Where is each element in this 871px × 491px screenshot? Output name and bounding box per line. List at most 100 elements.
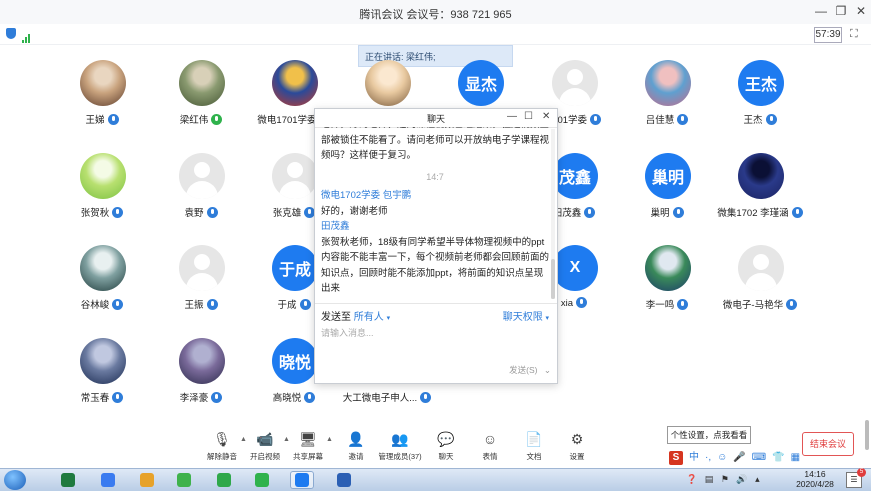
ime-button[interactable]: 👕: [772, 452, 784, 463]
taskbar-app-player[interactable]: [172, 471, 196, 489]
taskbar-app-feishu[interactable]: [96, 471, 120, 489]
ime-button[interactable]: S: [669, 451, 683, 465]
chevron-down-icon[interactable]: ⌄: [544, 365, 551, 375]
participant-tile[interactable]: 李一鸣: [617, 245, 717, 325]
toolbar-button-label: 共享屏幕: [293, 452, 323, 461]
participant-tile[interactable]: 张贺秋: [52, 153, 152, 233]
participant-name: 微集1702 李瑾涵: [710, 205, 810, 219]
send-to-selector[interactable]: 发送至 所有人 ▾: [321, 308, 390, 323]
chat-scrollbar-thumb[interactable]: [551, 259, 555, 299]
participant-tile[interactable]: 梁红伟: [151, 60, 251, 140]
participant-tile[interactable]: 常玉春: [52, 338, 152, 418]
help-icon[interactable]: ❓: [686, 474, 697, 484]
mic-status-icon: [677, 299, 689, 310]
notification-badge: 5: [857, 468, 866, 477]
toolbar-button-chat[interactable]: 💬 聊天: [424, 430, 468, 462]
taskbar-app-refresh[interactable]: [212, 471, 236, 489]
toolbar-button-video-off[interactable]: 📹 开启视频: [243, 430, 287, 462]
mic-muted-icon: 🎙: [213, 431, 231, 447]
participant-tile[interactable]: 王娣: [52, 60, 152, 140]
participant-name: 李泽豪: [151, 390, 251, 404]
send-to-label: 发送至: [321, 312, 351, 323]
participant-name-text: 吕佳慧: [645, 115, 675, 126]
chat-minimize-icon[interactable]: —: [507, 111, 517, 122]
participant-tile[interactable]: 谷林峻: [52, 245, 152, 325]
avatar: [80, 245, 126, 291]
participant-tile[interactable]: 吕佳慧: [617, 60, 717, 140]
notification-icon[interactable]: ☰ 5: [846, 468, 866, 488]
toolbar-button-emoji[interactable]: ☺ 表情: [468, 430, 512, 462]
participant-name-text: 张贺秋: [80, 208, 110, 219]
chat-close-icon[interactable]: ✕: [542, 111, 550, 122]
participant-name-text: 王杰: [743, 115, 763, 126]
ime-button[interactable]: ▦: [791, 452, 800, 463]
ime-button[interactable]: ·,: [705, 452, 711, 463]
chat-input-area: 发送至 所有人 ▾ 聊天权限 ▾ 请输入消息... 发送(S) ⌄: [315, 303, 557, 384]
chat-permission-label: 聊天权限: [502, 312, 543, 323]
participant-tile[interactable]: 巢明 巢明: [617, 153, 717, 233]
files-icon: [140, 473, 154, 487]
security-icon[interactable]: ⚑: [721, 474, 729, 484]
participant-tile[interactable]: 微电子-马艳华: [710, 245, 810, 325]
end-meeting-button[interactable]: 结束会议: [802, 432, 854, 456]
avatar: [80, 338, 126, 384]
ime-button[interactable]: 🎤: [733, 452, 745, 463]
participant-tile[interactable]: 王振: [151, 245, 251, 325]
avatar: [272, 60, 318, 106]
network-icon[interactable]: ▤: [705, 474, 714, 484]
taskbar-app-excel[interactable]: [56, 471, 80, 489]
participant-name-text: 梁红伟: [179, 115, 209, 126]
mic-status-icon: [304, 392, 316, 403]
toolbar-button-share-screen[interactable]: 🖥 共享屏幕: [286, 430, 330, 462]
fullscreen-icon[interactable]: ⛶: [850, 28, 858, 41]
default-avatar-icon: [552, 60, 598, 106]
shield-icon[interactable]: [6, 28, 16, 39]
send-button[interactable]: 发送(S) ⌄: [509, 364, 551, 376]
close-icon[interactable]: ✕: [852, 4, 870, 18]
chat-input[interactable]: 请输入消息...: [321, 326, 374, 339]
clock[interactable]: 14:16 2020/4/28: [790, 469, 840, 489]
toolbar-button-members[interactable]: 👥 管理成员(37): [378, 430, 422, 462]
message-text: 好的，谢谢老师: [321, 205, 388, 217]
taskbar-app-wechat[interactable]: [250, 471, 274, 489]
avatar: 于成: [272, 245, 318, 291]
participant-tile[interactable]: 王杰 王杰: [710, 60, 810, 140]
toolbar-button-invite[interactable]: 👤 邀请: [334, 430, 378, 462]
avatar: 王杰: [738, 60, 784, 106]
mic-status-icon: [576, 297, 588, 308]
taskbar-app-tencent-meeting[interactable]: [290, 471, 314, 489]
avatar: 显杰: [458, 60, 504, 106]
minimize-icon[interactable]: —: [812, 4, 830, 18]
toolbar-button-mic-muted[interactable]: 🎙 解除静音: [200, 430, 244, 462]
chat-permission-button[interactable]: 聊天权限 ▾: [503, 308, 549, 323]
video-off-icon: 📹: [256, 431, 274, 447]
chat-messages[interactable]: 老师，好的老师，这门课程视频已经结束，但是视频全部被锁住不能看了。请问老师可以开…: [321, 127, 549, 301]
avatar: X: [552, 245, 598, 291]
signal-icon[interactable]: [22, 29, 31, 43]
chevron-up-icon[interactable]: ▲: [326, 436, 333, 443]
restore-icon[interactable]: ❐: [832, 4, 850, 18]
toolbar-button-settings[interactable]: ⚙ 设置: [555, 430, 599, 462]
ime-button[interactable]: ☺: [717, 452, 727, 463]
mic-status-icon: [211, 114, 223, 125]
tooltip: 个性设置，点我看看: [667, 426, 751, 444]
page-scrollbar[interactable]: [865, 420, 869, 450]
avatar: [179, 338, 225, 384]
participant-name-text: 微电1701学委: [257, 115, 317, 126]
tray-arrow-icon[interactable]: ▴: [755, 474, 760, 484]
chat-restore-icon[interactable]: ☐: [524, 111, 533, 122]
volume-icon[interactable]: 🔊: [736, 474, 747, 484]
ime-button[interactable]: ⌨: [752, 452, 766, 463]
send-label: 发送(S): [509, 365, 538, 375]
taskbar-app-files[interactable]: [135, 471, 159, 489]
participant-tile[interactable]: 李泽豪: [151, 338, 251, 418]
toolbar-button-document[interactable]: 📄 文档: [512, 430, 556, 462]
ime-button[interactable]: 中: [689, 448, 699, 463]
participant-tile[interactable]: 微集1702 李瑾涵: [710, 153, 810, 233]
start-button[interactable]: [4, 470, 26, 490]
document-icon: 📄: [525, 431, 543, 447]
chat-header[interactable]: 聊天 — ☐ ✕: [315, 109, 557, 128]
participant-tile[interactable]: 袁野: [151, 153, 251, 233]
chat-window: 聊天 — ☐ ✕ 老师，好的老师，这门课程视频已经结束，但是视频全部被锁住不能看…: [314, 108, 558, 384]
taskbar-app-word[interactable]: [332, 471, 356, 489]
